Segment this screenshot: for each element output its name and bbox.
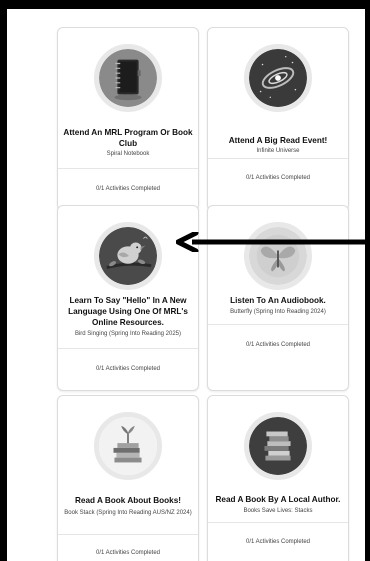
activities-count: 0/1 Activities Completed: [245, 539, 311, 545]
card-title: Read A Book About Books!: [75, 496, 181, 505]
pointer-arrow-icon: [176, 232, 370, 252]
galaxy-icon: [244, 44, 312, 112]
card-title: Attend A Big Read Event!: [228, 136, 328, 145]
card-divider: [208, 522, 348, 523]
card-title: Attend An MRL Program Or Book Club: [63, 128, 193, 148]
spiral-notebook-icon: [94, 44, 162, 112]
card-subtitle: Book Stack (Spring Into Reading AUS/NZ 2…: [64, 510, 192, 516]
activities-count: 0/1 Activities Completed: [245, 175, 311, 181]
card-divider: [58, 348, 198, 349]
activities-count: 0/1 Activities Completed: [95, 186, 161, 192]
card-title: Listen To An Audiobook.: [230, 296, 326, 305]
card-title: Learn To Say "Hello" In A New Language U…: [68, 296, 188, 327]
card-subtitle: Bird Singing (Spring Into Reading 2025): [74, 331, 182, 337]
card-subtitle: Spiral Notebook: [106, 151, 150, 157]
card-divider: [58, 534, 198, 535]
card-subtitle: Infinite Universe: [256, 148, 300, 154]
activities-count: 0/1 Activities Completed: [245, 342, 311, 348]
activities-count: 0/1 Activities Completed: [95, 366, 161, 372]
activities-count: 0/1 Activities Completed: [95, 550, 161, 556]
card-title: Read A Book By A Local Author.: [215, 495, 341, 504]
card-divider: [208, 324, 348, 325]
card-subtitle: Butterfly (Spring Into Reading 2024): [230, 309, 326, 315]
card-subtitle: Books Save Lives: Stacks: [243, 508, 313, 514]
challenge-card[interactable]: Read A Book By A Local Author. Books Sav…: [207, 395, 349, 561]
challenge-card[interactable]: Attend A Big Read Event! Infinite Univer…: [207, 27, 349, 211]
badge-grid: Attend An MRL Program Or Book Club Spira…: [7, 9, 365, 561]
card-divider: [208, 158, 348, 159]
bird-icon: [94, 222, 162, 290]
challenge-card[interactable]: Read A Book About Books! Book Stack (Spr…: [57, 395, 199, 561]
books-stacks-icon: [244, 412, 312, 480]
book-stack-icon: [94, 412, 162, 480]
card-divider: [58, 168, 198, 169]
challenge-card[interactable]: Attend An MRL Program Or Book Club Spira…: [57, 27, 199, 211]
